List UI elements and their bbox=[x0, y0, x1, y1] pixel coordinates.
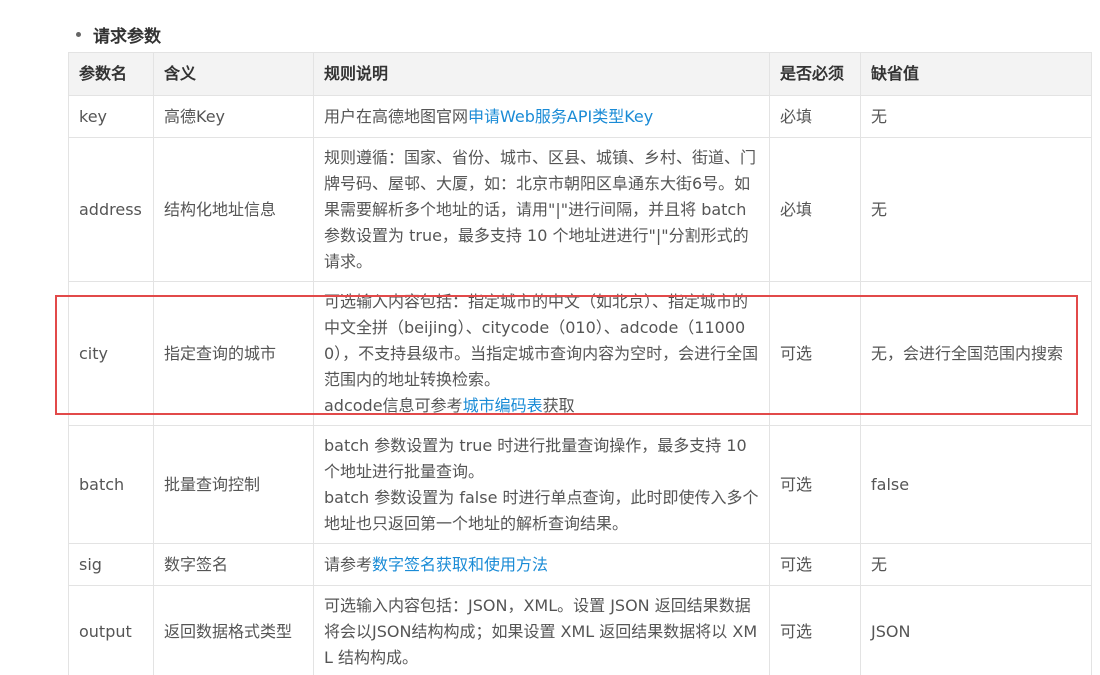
table-row: key 高德Key 用户在高德地图官网申请Web服务API类型Key 必填 无 bbox=[68, 95, 1092, 138]
param-rule: 用户在高德地图官网申请Web服务API类型Key bbox=[313, 95, 770, 138]
param-required: 必填 bbox=[769, 137, 861, 282]
param-meaning: 数字签名 bbox=[153, 543, 314, 586]
header-meaning: 含义 bbox=[153, 52, 314, 96]
param-name: output bbox=[68, 585, 154, 675]
param-name: batch bbox=[68, 425, 154, 544]
table-row: address 结构化地址信息 规则遵循：国家、省份、城市、区县、城镇、乡村、街… bbox=[68, 137, 1092, 282]
param-rule: 请参考数字签名获取和使用方法 bbox=[313, 543, 770, 586]
param-name: key bbox=[68, 95, 154, 138]
header-required: 是否必须 bbox=[769, 52, 861, 96]
section-heading: 请求参数 bbox=[76, 22, 161, 47]
param-required: 可选 bbox=[769, 585, 861, 675]
city-code-table-link[interactable]: 城市编码表 bbox=[463, 396, 543, 415]
param-rule: 可选输入内容包括：JSON，XML。设置 JSON 返回结果数据将会以JSON结… bbox=[313, 585, 770, 675]
rule-text-post: 获取 bbox=[542, 395, 575, 415]
param-default: 无，会进行全国范围内搜索 bbox=[860, 281, 1092, 426]
table-row: batch 批量查询控制 batch 参数设置为 true 时进行批量查询操作，… bbox=[68, 425, 1092, 544]
param-rule: 可选输入内容包括：指定城市的中文（如北京）、指定城市的中文全拼（beijing）… bbox=[313, 281, 770, 426]
param-meaning: 返回数据格式类型 bbox=[153, 585, 314, 675]
param-meaning: 批量查询控制 bbox=[153, 425, 314, 544]
param-default: 无 bbox=[860, 137, 1092, 282]
rule-text: batch 参数设置为 true 时进行批量查询操作，最多支持 10 个地址进行… bbox=[324, 435, 747, 481]
param-rule: 规则遵循：国家、省份、城市、区县、城镇、乡村、街道、门牌号码、屋邨、大厦，如：北… bbox=[313, 137, 770, 282]
rule-text: 规则遵循：国家、省份、城市、区县、城镇、乡村、街道、门牌号码、屋邨、大厦，如：北… bbox=[324, 147, 757, 271]
param-required: 可选 bbox=[769, 425, 861, 544]
rule-text: 用户在高德地图官网 bbox=[324, 106, 469, 126]
param-required: 可选 bbox=[769, 281, 861, 426]
rule-text: 可选输入内容包括：JSON，XML。设置 JSON 返回结果数据将会以JSON结… bbox=[324, 595, 758, 667]
signature-method-link[interactable]: 数字签名获取和使用方法 bbox=[372, 555, 548, 574]
rule-text: 可选输入内容包括：指定城市的中文（如北京）、指定城市的中文全拼（beijing）… bbox=[324, 291, 759, 389]
params-table: 参数名 含义 规则说明 是否必须 缺省值 key 高德Key 用户在高德地图官网… bbox=[68, 52, 1092, 675]
param-default: JSON bbox=[860, 585, 1092, 675]
param-name: sig bbox=[68, 543, 154, 586]
param-name: address bbox=[68, 137, 154, 282]
param-name: city bbox=[68, 281, 154, 426]
rule-text-line2: batch 参数设置为 false 时进行单点查询，此时即使传入多个地址也只返回… bbox=[324, 487, 759, 533]
table-header-row: 参数名 含义 规则说明 是否必须 缺省值 bbox=[68, 52, 1092, 96]
header-default: 缺省值 bbox=[860, 52, 1092, 96]
doc-page: 请求参数 参数名 含义 规则说明 是否必须 缺省值 key 高德Key 用户在高… bbox=[0, 0, 1100, 675]
table-row: city 指定查询的城市 可选输入内容包括：指定城市的中文（如北京）、指定城市的… bbox=[68, 281, 1092, 426]
rule-text: 请参考 bbox=[324, 554, 373, 574]
bullet-icon bbox=[76, 32, 81, 37]
header-rule: 规则说明 bbox=[313, 52, 770, 96]
param-required: 可选 bbox=[769, 543, 861, 586]
param-meaning: 结构化地址信息 bbox=[153, 137, 314, 282]
apply-key-link[interactable]: 申请Web服务API类型Key bbox=[468, 107, 653, 126]
section-title: 请求参数 bbox=[93, 27, 161, 47]
table-row: sig 数字签名 请参考数字签名获取和使用方法 可选 无 bbox=[68, 543, 1092, 586]
param-required: 必填 bbox=[769, 95, 861, 138]
param-meaning: 指定查询的城市 bbox=[153, 281, 314, 426]
param-default: false bbox=[860, 425, 1092, 544]
rule-text-line2: adcode信息可参考 bbox=[324, 395, 463, 415]
header-param-name: 参数名 bbox=[68, 52, 154, 96]
param-default: 无 bbox=[860, 95, 1092, 138]
param-default: 无 bbox=[860, 543, 1092, 586]
param-rule: batch 参数设置为 true 时进行批量查询操作，最多支持 10 个地址进行… bbox=[313, 425, 770, 544]
param-meaning: 高德Key bbox=[153, 95, 314, 138]
table-row: output 返回数据格式类型 可选输入内容包括：JSON，XML。设置 JSO… bbox=[68, 585, 1092, 675]
